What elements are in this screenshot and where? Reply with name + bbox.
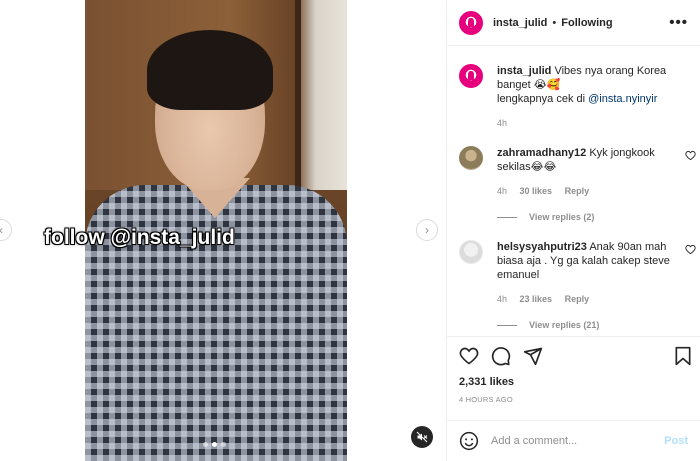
share-icon[interactable] [523, 346, 543, 366]
following-button[interactable]: Following [561, 17, 612, 29]
comment-username[interactable]: zahramadhany12 [497, 147, 586, 159]
comment-time: 4h [497, 186, 508, 196]
author-username[interactable]: insta_julid [493, 17, 547, 29]
caption-mention-link[interactable]: @insta.nyinyir [588, 93, 657, 105]
post-header: insta_julid • Following ••• [447, 0, 700, 46]
carousel-dot [203, 442, 208, 447]
more-options-icon[interactable]: ••• [669, 14, 688, 31]
carousel-prev-button[interactable]: ‹ [0, 219, 12, 241]
view-replies-line [497, 324, 517, 326]
caption-line2: lengkapnya cek di [497, 93, 589, 105]
comment-likes[interactable]: 23 likes [520, 294, 553, 304]
comment-like-heart-icon[interactable] [685, 244, 696, 255]
commenter-avatar[interactable] [459, 240, 483, 264]
comment-item: zahramadhany12 Kyk jongkook sekilas😂😂 4h… [459, 146, 696, 222]
post-media: ‹ follow @insta_julid › [0, 0, 447, 461]
comment-username[interactable]: helsysyahputri23 [497, 241, 587, 253]
comments-list[interactable]: insta_julid Vibes nya orang Korea banget… [447, 46, 700, 336]
post-panel: insta_julid • Following ••• insta_julid … [447, 0, 700, 461]
carousel-dot [221, 442, 226, 447]
post-caption: insta_julid Vibes nya orang Korea banget… [459, 64, 694, 130]
comment-time: 4h [497, 294, 508, 304]
post-comment-button[interactable]: Post [664, 435, 688, 447]
heart-icon[interactable] [459, 346, 479, 366]
carousel-dot-active [212, 442, 217, 447]
mute-button[interactable] [411, 426, 433, 448]
bookmark-icon[interactable] [674, 346, 692, 366]
view-replies-button[interactable]: View replies (21) [497, 320, 694, 330]
likes-count[interactable]: 2,331 likes [459, 376, 688, 388]
video-person-hair [147, 30, 273, 110]
commenter-avatar[interactable] [459, 146, 483, 170]
comment-like-heart-icon[interactable] [685, 150, 696, 161]
video-overlay-text: follow @insta_julid [44, 226, 235, 249]
caption-avatar[interactable] [459, 64, 483, 88]
view-replies-button[interactable]: View replies (2) [497, 212, 694, 222]
caption-time: 4h [497, 118, 508, 128]
view-replies-label: View replies (21) [529, 320, 600, 330]
comment-likes[interactable]: 30 likes [520, 186, 553, 196]
view-replies-line [497, 216, 517, 218]
carousel-dots [203, 442, 226, 447]
header-separator: • [552, 16, 557, 29]
comment-reply-button[interactable]: Reply [565, 294, 590, 304]
comment-input[interactable] [491, 435, 665, 447]
view-replies-label: View replies (2) [529, 212, 595, 222]
carousel-next-button[interactable]: › [416, 219, 438, 241]
speaker-muted-icon [416, 431, 428, 443]
post-timestamp: 4 HOURS AGO [459, 395, 513, 404]
comment-icon[interactable] [491, 346, 511, 366]
comment-reply-button[interactable]: Reply [565, 186, 590, 196]
emoji-icon[interactable] [459, 431, 479, 451]
caption-username[interactable]: insta_julid [497, 65, 551, 77]
post-actions: 2,331 likes 4 HOURS AGO [447, 336, 700, 404]
add-comment-bar: Post [447, 420, 700, 461]
comment-item: helsysyahputri23 Anak 90an mah biasa aja… [459, 240, 696, 330]
author-avatar[interactable] [459, 10, 483, 35]
